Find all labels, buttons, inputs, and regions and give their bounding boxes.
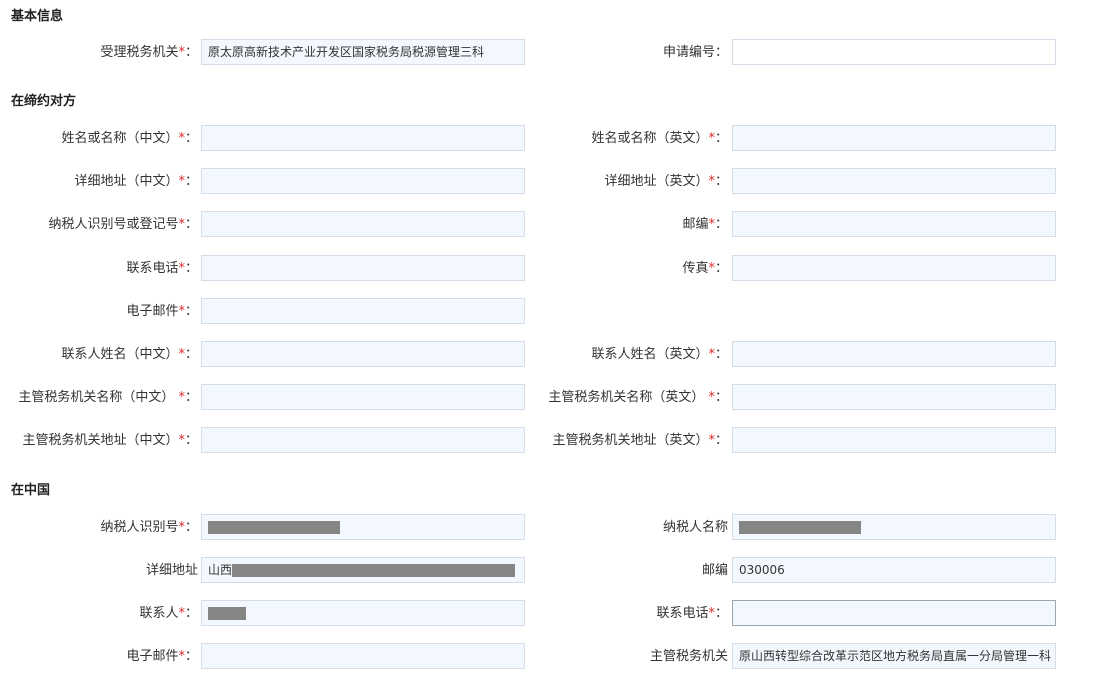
contact-cn-field[interactable] <box>201 341 525 367</box>
office-addr-cn-label: 主管税务机关地址（中文）*： <box>22 433 198 448</box>
address-china-field[interactable]: 山西 <box>201 557 525 583</box>
office-name-cn-label: 主管税务机关名称（中文） *： <box>18 390 198 405</box>
redacted-block <box>232 564 516 577</box>
section-title-counterparty: 在缔约对方 <box>11 94 77 109</box>
phone-counterparty-field[interactable] <box>201 255 525 281</box>
tax-office-label: 受理税务机关*： <box>100 45 198 60</box>
taxpayer-name-label: 纳税人名称 <box>662 520 728 535</box>
address-en-label: 详细地址（英文）*： <box>604 174 728 189</box>
taxpayer-name-field[interactable] <box>732 514 1056 540</box>
address-cn-field[interactable] <box>201 168 525 194</box>
email-counterparty-field[interactable] <box>201 298 525 324</box>
email-china-field[interactable] <box>201 643 525 669</box>
office-name-en-label: 主管税务机关名称（英文） *： <box>548 390 728 405</box>
email-counterparty-label: 电子邮件*： <box>126 304 198 319</box>
contact-cn-label: 联系人姓名（中文）*： <box>61 347 198 362</box>
application-number-field[interactable] <box>732 39 1056 65</box>
redacted-block <box>208 521 340 534</box>
office-name-en-field[interactable] <box>732 384 1056 410</box>
email-china-label: 电子邮件*： <box>126 649 198 664</box>
office-name-cn-field[interactable] <box>201 384 525 410</box>
taxid-china-field[interactable] <box>201 514 525 540</box>
fax-field[interactable] <box>732 255 1056 281</box>
contact-china-label: 联系人*： <box>139 606 198 621</box>
office-addr-cn-field[interactable] <box>201 427 525 453</box>
taxid-china-label: 纳税人识别号*： <box>100 520 198 535</box>
taxid-counterparty-label: 纳税人识别号或登记号*： <box>48 217 198 232</box>
address-cn-label: 详细地址（中文）*： <box>74 174 198 189</box>
office-addr-en-field[interactable] <box>732 427 1056 453</box>
name-cn-label: 姓名或名称（中文）*： <box>61 131 198 146</box>
contact-en-field[interactable] <box>732 341 1056 367</box>
redacted-block <box>739 521 861 534</box>
zip-counterparty-label: 邮编*： <box>682 217 728 232</box>
name-cn-field[interactable] <box>201 125 525 151</box>
taxid-counterparty-field[interactable] <box>201 211 525 237</box>
contact-china-field[interactable] <box>201 600 525 626</box>
redacted-block <box>208 607 246 620</box>
name-en-label: 姓名或名称（英文）*： <box>591 131 728 146</box>
office-addr-en-label: 主管税务机关地址（英文）*： <box>552 433 728 448</box>
zip-china-label: 邮编 <box>701 563 728 578</box>
contact-en-label: 联系人姓名（英文）*： <box>591 347 728 362</box>
tax-authority-label: 主管税务机关 <box>649 649 728 664</box>
phone-counterparty-label: 联系电话*： <box>126 261 198 276</box>
section-title-basic: 基本信息 <box>11 9 64 24</box>
phone-china-field[interactable] <box>732 600 1056 626</box>
section-title-china: 在中国 <box>11 483 51 498</box>
fax-label: 传真*： <box>682 261 728 276</box>
tax-office-field[interactable]: 原太原高新技术产业开发区国家税务局税源管理三科 <box>201 39 525 65</box>
address-en-field[interactable] <box>732 168 1056 194</box>
tax-authority-field[interactable]: 原山西转型综合改革示范区地方税务局直属一分局管理一科 <box>732 643 1056 669</box>
zip-counterparty-field[interactable] <box>732 211 1056 237</box>
application-number-label: 申请编号： <box>662 45 728 60</box>
phone-china-label: 联系电话*： <box>656 606 728 621</box>
zip-china-field[interactable]: 030006 <box>732 557 1056 583</box>
name-en-field[interactable] <box>732 125 1056 151</box>
address-china-label: 详细地址 <box>145 563 198 578</box>
